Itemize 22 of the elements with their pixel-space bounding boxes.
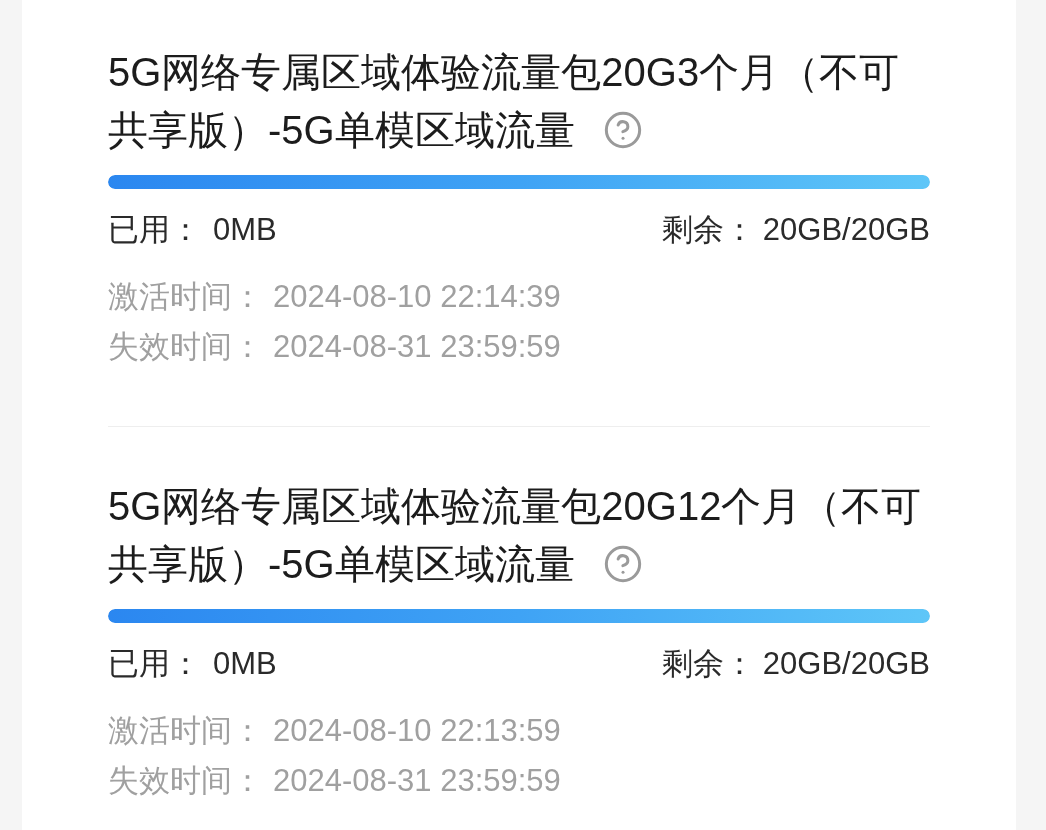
time-value: 2024-08-10 22:14:39 <box>273 278 561 316</box>
help-icon[interactable] <box>602 110 643 150</box>
time-label: 激活时间： <box>108 712 263 750</box>
package-title: 5G网络专属区域体验流量包20G3个月（不可 <box>108 49 900 96</box>
time-label: 失效时间： <box>108 328 263 366</box>
used-label: 已用： <box>108 645 201 683</box>
remaining-label: 剩余： <box>661 211 755 249</box>
package-title: 共享版）-5G单模区域流量 <box>108 107 575 154</box>
time-label: 失效时间： <box>108 762 263 800</box>
used-value: 0MB <box>213 645 277 683</box>
used-value: 0MB <box>213 211 277 249</box>
time-label: 激活时间： <box>108 278 263 316</box>
package-title: 共享版）-5G单模区域流量 <box>108 541 575 588</box>
package-title: 5G网络专属区域体验流量包20G12个月（不可 <box>108 483 922 530</box>
remaining-label: 剩余： <box>661 645 755 683</box>
time-value: 2024-08-31 23:59:59 <box>273 762 561 800</box>
help-icon[interactable] <box>602 544 643 584</box>
time-value: 2024-08-10 22:13:59 <box>273 712 561 750</box>
time-value: 2024-08-31 23:59:59 <box>273 328 561 366</box>
remaining-value: 20GB/20GB <box>762 211 930 249</box>
used-label: 已用： <box>108 211 201 249</box>
remaining-value: 20GB/20GB <box>762 645 930 683</box>
